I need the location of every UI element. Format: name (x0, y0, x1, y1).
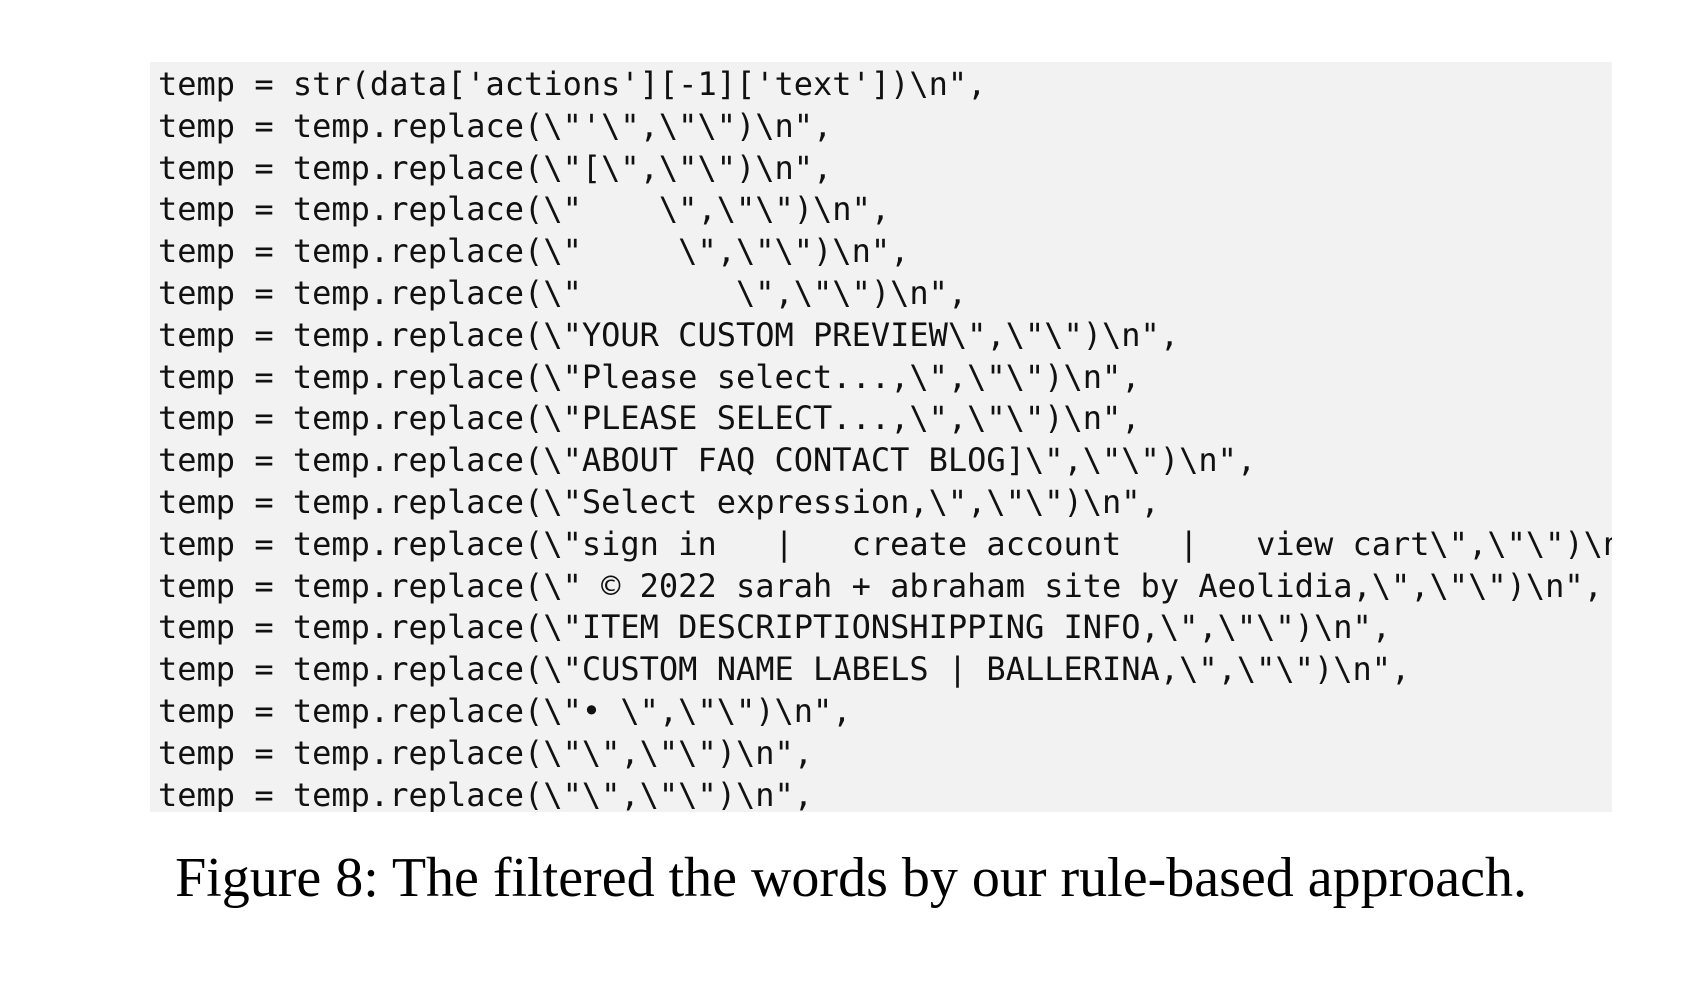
code-line: temp = temp.replace(\"CUSTOM NAME LABELS… (158, 650, 1411, 689)
code-line: temp = temp.replace(\"sign in | create a… (158, 524, 1612, 563)
code-line: temp = temp.replace(\"YOUR CUSTOM PREVIE… (158, 315, 1180, 354)
code-line: temp = temp.replace(\" \",\"\")\n", (158, 273, 968, 312)
code-block: temp = str(data['actions'][-1]['text'])\… (150, 62, 1612, 812)
code-line: temp = temp.replace(\"ITEM DESCRIPTIONSH… (158, 608, 1391, 647)
code-line: temp = temp.replace(\" \",\"\")\n", (158, 232, 910, 271)
code-line: temp = temp.replace(\"Please select...,\… (158, 357, 1141, 396)
code-line: temp = temp.replace(\"ABOUT FAQ CONTACT … (158, 441, 1257, 480)
code-line: temp = temp.replace(\"PLEASE SELECT...,\… (158, 399, 1141, 438)
code-line: temp = temp.replace(\"Select expression,… (158, 482, 1160, 521)
code-line: temp = str(data['actions'][-1]['text'])\… (158, 65, 987, 103)
figure-caption: Figure 8: The filtered the words by our … (175, 847, 1527, 909)
code-line: temp = temp.replace(\" \",\"\")\n", (158, 190, 891, 229)
code-line: temp = temp.replace(\"\",\"\")\n", (158, 733, 814, 772)
code-line: temp = temp.replace(\"• \",\"\")\n", (158, 691, 852, 730)
code-line: temp = temp.replace(\"[\",\"\")\n", (158, 148, 833, 187)
code-line: temp = temp.replace(\"'\",\"\")\n", (158, 106, 833, 145)
code-line: temp = temp.replace(\" © 2022 sarah + ab… (158, 566, 1603, 605)
code-line: temp = temp.replace(\"\",\"\")\n", (158, 775, 814, 812)
